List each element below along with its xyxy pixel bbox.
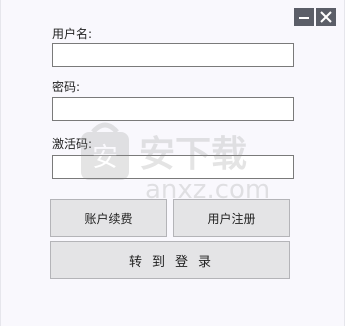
activation-code-input[interactable] — [52, 155, 294, 179]
login-window: 用户名: 密码: 激活码: 安 安下载 anxz.com 账户续费 用户注册 转… — [0, 0, 345, 326]
password-input[interactable] — [52, 97, 294, 121]
minimize-button[interactable] — [294, 8, 314, 26]
goto-login-button[interactable]: 转到登录 — [50, 241, 290, 279]
password-label: 密码: — [52, 80, 81, 94]
username-input[interactable] — [52, 43, 294, 67]
close-button[interactable] — [316, 8, 336, 26]
username-label: 用户名: — [52, 27, 93, 41]
window-controls — [294, 8, 336, 26]
renew-account-button[interactable]: 账户续费 — [50, 199, 167, 237]
register-button[interactable]: 用户注册 — [173, 199, 290, 237]
activation-code-label: 激活码: — [52, 137, 93, 151]
close-icon — [320, 11, 332, 23]
